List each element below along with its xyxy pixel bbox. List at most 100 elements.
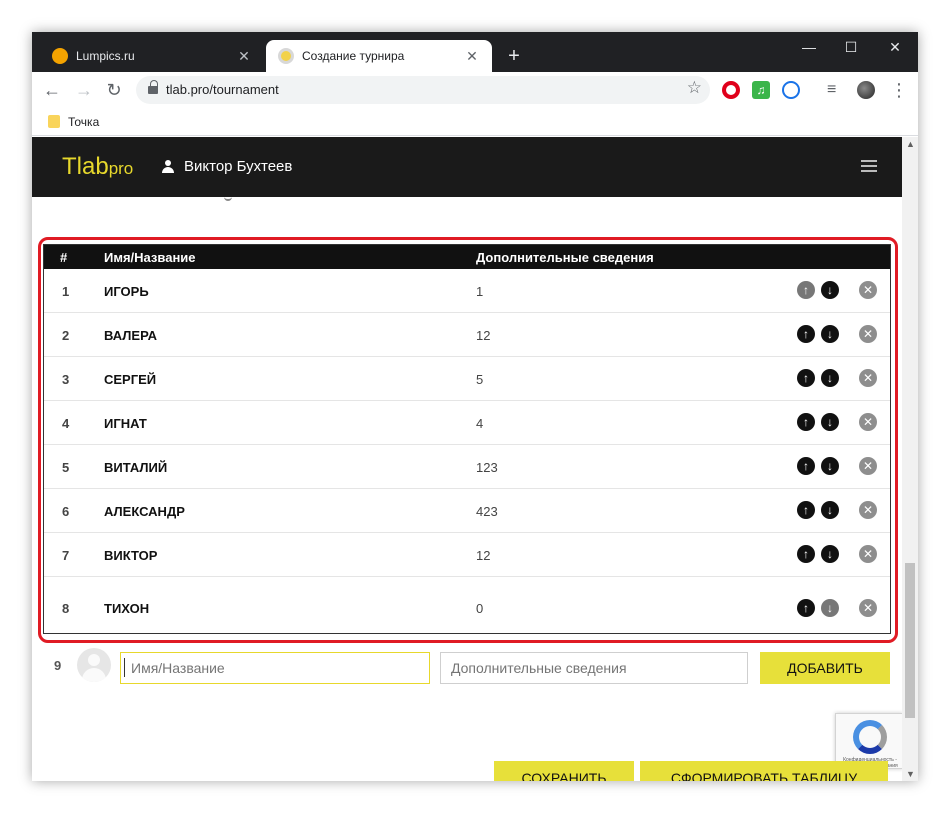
hamburger-menu-icon[interactable] xyxy=(861,160,877,172)
table-row: 3 СЕРГЕЙ 5 ↑ ↓ ✕ xyxy=(44,357,890,401)
move-up-icon[interactable]: ↑ xyxy=(797,413,815,431)
row-info: 12 xyxy=(476,328,491,343)
logo-main: Tlab xyxy=(62,153,109,180)
new-row-number: 9 xyxy=(54,658,62,673)
move-up-icon[interactable]: ↑ xyxy=(797,281,815,299)
browser-window: Lumpics.ru ✕ Создание турнира ✕ + — ☐ ✕ … xyxy=(32,32,918,781)
move-down-icon[interactable]: ↓ xyxy=(821,281,839,299)
user-name: Виктор Бухтеев xyxy=(184,158,293,175)
tab-lumpics[interactable]: Lumpics.ru ✕ xyxy=(40,40,264,72)
logo-sub: pro xyxy=(108,159,134,178)
move-up-icon[interactable]: ↑ xyxy=(797,369,815,387)
move-down-icon[interactable]: ↓ xyxy=(821,545,839,563)
bookmark-tochka[interactable]: Точка xyxy=(68,115,99,129)
row-number: 3 xyxy=(62,372,70,387)
add-button[interactable]: ДОБАВИТЬ xyxy=(760,652,890,684)
avatar[interactable] xyxy=(77,648,111,682)
text-caret xyxy=(124,658,125,677)
folder-icon xyxy=(48,115,60,128)
row-name: ТИХОН xyxy=(104,601,150,616)
form-table-button[interactable]: СФОРМИРОВАТЬ ТАБЛИЦУ xyxy=(640,761,888,781)
url-text[interactable]: tlab.pro/tournament xyxy=(166,82,279,97)
scroll-up-icon[interactable]: ▲ xyxy=(906,139,915,149)
music-icon[interactable]: ♫ xyxy=(752,81,770,99)
row-number: 5 xyxy=(62,460,70,475)
move-down-icon[interactable]: ↓ xyxy=(821,325,839,343)
remove-icon[interactable]: ✕ xyxy=(859,457,877,475)
back-button[interactable]: ← xyxy=(40,78,64,102)
remove-icon[interactable]: ✕ xyxy=(859,599,877,617)
row-number: 6 xyxy=(62,504,70,519)
opera-icon[interactable] xyxy=(722,81,740,99)
move-down-icon[interactable]: ↓ xyxy=(821,501,839,519)
minimize-button[interactable]: — xyxy=(794,38,824,58)
remove-icon[interactable]: ✕ xyxy=(859,281,877,299)
remove-icon[interactable]: ✕ xyxy=(859,325,877,343)
row-number: 4 xyxy=(62,416,70,431)
row-info: 12 xyxy=(476,548,491,563)
bookmark-star-icon[interactable]: ☆ xyxy=(687,78,702,98)
move-up-icon[interactable]: ↑ xyxy=(797,501,815,519)
table-row: 5 ВИТАЛИЙ 123 ↑ ↓ ✕ xyxy=(44,445,890,489)
move-up-icon[interactable]: ↑ xyxy=(797,545,815,563)
site-header: Tlabpro Виктор Бухтеев xyxy=(32,137,902,197)
page-scrollbar[interactable]: ▲ ▼ xyxy=(902,137,918,781)
table-header: # Имя/Название Дополнительные сведения xyxy=(44,245,890,269)
move-down-icon[interactable]: ↓ xyxy=(821,457,839,475)
row-name: ВАЛЕРА xyxy=(104,328,157,343)
row-name: АЛЕКСАНДР xyxy=(104,504,185,519)
page-viewport: Tlabpro Виктор Бухтеев # Имя/Название До… xyxy=(32,137,902,781)
row-number: 2 xyxy=(62,328,70,343)
row-info: 1 xyxy=(476,284,484,299)
address-bar[interactable]: tlab.pro/tournament ☆ xyxy=(136,76,710,104)
tab-title: Lumpics.ru xyxy=(76,49,135,63)
tab-tournament[interactable]: Создание турнира ✕ xyxy=(266,40,492,72)
table-row: 4 ИГНАТ 4 ↑ ↓ ✕ xyxy=(44,401,890,445)
row-info: 123 xyxy=(476,460,498,475)
table-row: 2 ВАЛЕРА 12 ↑ ↓ ✕ xyxy=(44,313,890,357)
participants-table: # Имя/Название Дополнительные сведения 1… xyxy=(43,244,891,634)
remove-icon[interactable]: ✕ xyxy=(859,545,877,563)
move-up-icon[interactable]: ↑ xyxy=(797,457,815,475)
user-profile-link[interactable]: Виктор Бухтеев xyxy=(162,158,292,175)
row-info: 5 xyxy=(476,372,484,387)
move-down-icon[interactable]: ↓ xyxy=(821,413,839,431)
scroll-thumb[interactable] xyxy=(905,563,915,718)
header-name: Имя/Название xyxy=(104,250,196,265)
remove-icon[interactable]: ✕ xyxy=(859,369,877,387)
tab-close-icon[interactable]: ✕ xyxy=(462,46,482,66)
window-close-button[interactable]: ✕ xyxy=(880,38,910,58)
menu-icon[interactable]: ⋮ xyxy=(890,81,908,99)
move-down-icon[interactable]: ↓ xyxy=(821,599,839,617)
row-number: 1 xyxy=(62,284,70,299)
table-row: 8 ТИХОН 0 ↑ ↓ ✕ xyxy=(44,577,890,633)
row-name: ВИКТОР xyxy=(104,548,158,563)
name-input[interactable] xyxy=(120,652,430,684)
move-up-icon[interactable]: ↑ xyxy=(797,325,815,343)
remove-icon[interactable]: ✕ xyxy=(859,501,877,519)
row-info: 0 xyxy=(476,601,484,616)
tlab-favicon-icon xyxy=(278,48,294,64)
vpn-icon[interactable] xyxy=(782,81,800,99)
remove-icon[interactable]: ✕ xyxy=(859,413,877,431)
info-input[interactable] xyxy=(440,652,748,684)
row-info: 4 xyxy=(476,416,484,431)
row-info: 423 xyxy=(476,504,498,519)
lock-icon xyxy=(148,80,158,95)
row-number: 7 xyxy=(62,548,70,563)
move-up-icon[interactable]: ↑ xyxy=(797,599,815,617)
tab-close-icon[interactable]: ✕ xyxy=(234,46,254,66)
site-logo[interactable]: Tlabpro xyxy=(62,153,133,181)
save-button[interactable]: СОХРАНИТЬ xyxy=(494,761,634,781)
queue-icon[interactable]: ≡ xyxy=(827,81,845,99)
profile-avatar[interactable] xyxy=(857,81,875,99)
reload-button[interactable]: ↻ xyxy=(102,78,126,102)
row-name: ИГОРЬ xyxy=(104,284,149,299)
lumpics-favicon-icon xyxy=(52,48,68,64)
move-down-icon[interactable]: ↓ xyxy=(821,369,839,387)
forward-button[interactable]: → xyxy=(72,78,96,102)
table-row: 7 ВИКТОР 12 ↑ ↓ ✕ xyxy=(44,533,890,577)
scroll-down-icon[interactable]: ▼ xyxy=(906,769,915,779)
maximize-button[interactable]: ☐ xyxy=(836,38,866,58)
new-tab-button[interactable]: + xyxy=(502,44,526,68)
